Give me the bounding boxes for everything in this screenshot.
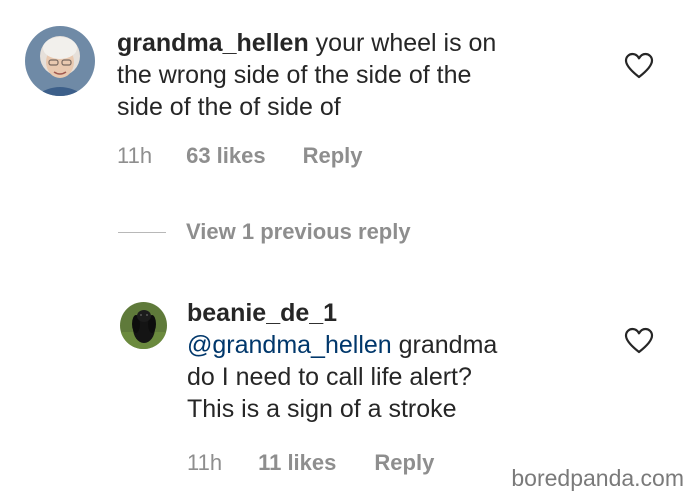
avatar[interactable] bbox=[120, 302, 167, 349]
heart-outline-icon bbox=[624, 52, 654, 79]
mention-link[interactable]: @grandma_hellen bbox=[187, 331, 392, 359]
username[interactable]: beanie_de_1 bbox=[187, 299, 337, 327]
comment-grandma: grandma_hellen your wheel is on the wron… bbox=[0, 0, 700, 190]
like-button[interactable] bbox=[624, 327, 654, 355]
reply-button[interactable]: Reply bbox=[303, 143, 363, 169]
grandma-avatar-icon bbox=[25, 26, 95, 96]
comment-text: beanie_de_1 @grandma_hellen grandma do I… bbox=[187, 297, 607, 425]
watermark: boredpanda.com bbox=[511, 465, 684, 491]
timestamp: 11h bbox=[117, 143, 153, 168]
likes-count[interactable]: 63 likes bbox=[186, 143, 266, 169]
comment-text: grandma_hellen your wheel is on the wron… bbox=[117, 27, 587, 123]
comment-beanie: beanie_de_1 @grandma_hellen grandma do I… bbox=[0, 280, 700, 480]
reply-button[interactable]: Reply bbox=[374, 450, 434, 476]
avatar[interactable] bbox=[25, 26, 95, 96]
timestamp: 11h bbox=[187, 450, 223, 475]
comment-body-line1: your wheel is on bbox=[308, 29, 497, 57]
username[interactable]: grandma_hellen bbox=[117, 29, 309, 57]
view-previous-replies[interactable]: View 1 previous reply bbox=[118, 219, 411, 245]
heart-outline-icon bbox=[624, 327, 654, 354]
comment-meta: 11h 11 likes Reply bbox=[187, 450, 434, 476]
comment-body-line2: do I need to call life alert? bbox=[187, 363, 472, 391]
like-button[interactable] bbox=[624, 52, 654, 80]
divider-line bbox=[118, 231, 166, 233]
view-previous-label[interactable]: View 1 previous reply bbox=[186, 219, 411, 245]
comment-body-line3: side of the of side of bbox=[117, 93, 341, 121]
comment-body-line2: the wrong side of the side of the bbox=[117, 61, 472, 89]
comment-meta: 11h 63 likes Reply bbox=[117, 143, 363, 169]
comment-body-line1: grandma bbox=[391, 331, 498, 359]
dog-avatar-icon bbox=[120, 302, 167, 349]
comment-body-line3: This is a sign of a stroke bbox=[187, 395, 457, 423]
likes-count[interactable]: 11 likes bbox=[258, 450, 336, 476]
